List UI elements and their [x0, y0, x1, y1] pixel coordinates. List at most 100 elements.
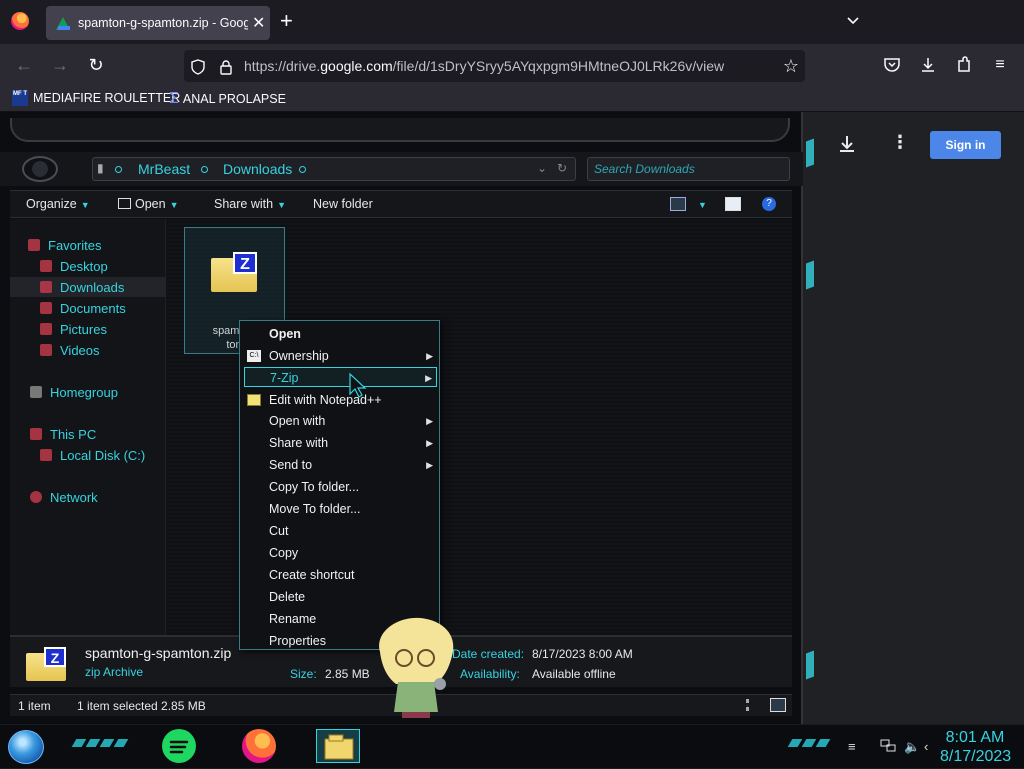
view-options-icon[interactable]: [670, 197, 686, 211]
bookmark-anal-prolapse[interactable]: Σ ANAL PROLAPSE: [169, 90, 286, 108]
menu-item-create-shortcut[interactable]: Create shortcut: [244, 565, 437, 585]
address-bar[interactable]: ▮ MrBeast Downloads ⌄ ↻: [92, 157, 576, 181]
menu-item-edit-notepad[interactable]: Edit with Notepad++: [244, 390, 437, 410]
breadcrumb-downloads[interactable]: Downloads: [223, 161, 292, 177]
taskbar: ≡ 🔈 ‹: [0, 724, 1024, 768]
system-clock[interactable]: 8:01 AM 8/17/2023: [940, 728, 1011, 766]
page-content: ⋮ Sign in ▮ MrBeast Downloads ⌄ ↻ Search…: [0, 112, 1024, 768]
organize-button[interactable]: Organize ▼: [26, 197, 90, 211]
new-tab-button[interactable]: +: [280, 10, 293, 32]
nav-this-pc[interactable]: This PC: [10, 424, 166, 444]
nav-desktop[interactable]: Desktop: [10, 256, 166, 276]
preview-pane-icon[interactable]: [725, 197, 741, 211]
menu-item-delete[interactable]: Delete: [244, 587, 437, 607]
details-file-name: spamton-g-spamton.zip: [85, 645, 232, 661]
taskbar-decoration: [787, 739, 831, 755]
back-button[interactable]: ←: [13, 55, 35, 77]
share-with-button[interactable]: Share with ▼: [214, 197, 286, 211]
nav-pictures[interactable]: Pictures: [10, 319, 166, 339]
nav-bar: ← → ↻ https://drive.google.com/file/d/1s…: [0, 44, 1024, 86]
breadcrumb-mrbeast[interactable]: MrBeast: [138, 161, 190, 177]
forward-button[interactable]: →: [49, 55, 71, 77]
view-chevron-icon[interactable]: ▼: [694, 197, 707, 211]
tiles-view-icon[interactable]: [770, 698, 786, 712]
download-icon[interactable]: [837, 134, 857, 159]
sign-in-button[interactable]: Sign in: [930, 131, 1001, 159]
breadcrumb-sep: [299, 166, 306, 173]
network-tray-icon[interactable]: [880, 739, 896, 756]
tray-chevron-icon[interactable]: ‹: [924, 739, 928, 754]
menu-item-cut[interactable]: Cut: [244, 521, 437, 541]
shield-icon[interactable]: [190, 59, 206, 75]
menu-item-send-to[interactable]: Send to ▶: [244, 455, 437, 475]
clock-time: 8:01 AM: [945, 729, 1005, 746]
7zip-small-icon: [118, 198, 131, 209]
menu-item-share-with[interactable]: Share with ▶: [244, 433, 437, 453]
url-bar[interactable]: https://drive.google.com/file/d/1sDryYSr…: [184, 50, 805, 82]
volume-icon[interactable]: 🔈: [904, 739, 920, 755]
window-decoration: [806, 260, 814, 290]
help-icon[interactable]: ?: [762, 197, 776, 211]
lock-icon[interactable]: [218, 59, 234, 75]
search-input[interactable]: Search Downloads: [587, 157, 790, 181]
nav-documents[interactable]: Documents: [10, 298, 166, 318]
zip-archive-icon: Z: [26, 647, 66, 681]
taskbar-decoration: [71, 739, 129, 755]
menu-item-open[interactable]: Open: [244, 324, 437, 344]
mouse-cursor-icon: [349, 372, 367, 398]
navigation-pane: Favorites Desktop Downloads Documents Pi…: [10, 219, 166, 635]
nav-videos[interactable]: Videos: [10, 340, 166, 360]
open-button[interactable]: Open ▼: [118, 197, 179, 211]
videos-icon: [40, 344, 52, 356]
start-button[interactable]: [8, 730, 44, 764]
computer-icon: [30, 428, 42, 440]
taskbar-app-icon[interactable]: [162, 729, 196, 763]
taskbar-firefox-icon[interactable]: [242, 729, 276, 763]
cmd-icon: C:\: [247, 350, 261, 362]
details-view-icon[interactable]: [746, 699, 750, 711]
pictures-icon: [40, 323, 52, 335]
mediafire-icon: MF T: [12, 90, 28, 106]
reload-button[interactable]: ↻: [85, 55, 107, 77]
menu-hamburger-icon[interactable]: ≡: [990, 56, 1010, 76]
firefox-icon[interactable]: [11, 12, 29, 30]
zip-archive-icon: Z: [211, 252, 257, 292]
menu-item-copy-to-folder[interactable]: Copy To folder...: [244, 477, 437, 497]
nav-local-disk[interactable]: Local Disk (C:): [10, 445, 166, 465]
context-menu: Open C:\ Ownership ▶ 7-Zip ▶ Edit with Not…: [239, 320, 440, 650]
explorer-toolbar: Organize ▼ Open ▼ Share with ▼ New folder ▼…: [10, 190, 792, 218]
menu-item-ownership[interactable]: C:\ Ownership ▶: [244, 346, 437, 366]
url-text[interactable]: https://drive.google.com/file/d/1sDryYSr…: [244, 58, 724, 74]
menu-item-move-to-folder[interactable]: Move To folder...: [244, 499, 437, 519]
more-options-icon[interactable]: ⋮: [891, 132, 909, 153]
bookmark-star-icon[interactable]: ☆: [783, 56, 799, 77]
nav-favorites[interactable]: Favorites: [10, 235, 166, 255]
taskbar-explorer-icon[interactable]: [316, 729, 360, 763]
address-row: ▮ MrBeast Downloads ⌄ ↻ Search Downloads: [0, 152, 803, 186]
nav-homegroup[interactable]: Homegroup: [10, 382, 166, 402]
menu-item-copy[interactable]: Copy: [244, 543, 437, 563]
list-tabs-chevron-icon[interactable]: [846, 14, 860, 28]
documents-icon: [40, 302, 52, 314]
new-folder-button[interactable]: New folder: [313, 197, 373, 211]
browser-tab[interactable]: spamton-g-spamton.zip - Goog ✕: [46, 6, 270, 40]
downloads-icon[interactable]: [918, 56, 938, 76]
menu-item-open-with[interactable]: Open with ▶: [244, 411, 437, 431]
back-orb-icon[interactable]: [22, 156, 58, 182]
folder-icon: ▮: [97, 161, 104, 175]
drive-toolbar: ⋮ Sign in: [803, 112, 1024, 724]
pocket-icon[interactable]: [882, 56, 902, 76]
history-chevron-icon[interactable]: ⌄: [537, 161, 547, 175]
homegroup-icon: [30, 386, 42, 398]
menu-item-7zip[interactable]: 7-Zip ▶: [244, 367, 437, 387]
window-frame: [10, 118, 790, 142]
breadcrumb-sep: [201, 166, 208, 173]
refresh-icon[interactable]: ↻: [557, 161, 567, 175]
nav-network[interactable]: Network: [10, 487, 166, 507]
window-decoration: [806, 138, 814, 168]
bookmark-mediafire[interactable]: MF T MEDIAFIRE ROULETTER: [12, 90, 180, 106]
show-desktop-icon[interactable]: ≡: [848, 739, 856, 754]
close-tab-icon[interactable]: ✕: [252, 13, 265, 33]
nav-downloads[interactable]: Downloads: [10, 277, 166, 297]
extensions-icon[interactable]: [954, 56, 974, 76]
